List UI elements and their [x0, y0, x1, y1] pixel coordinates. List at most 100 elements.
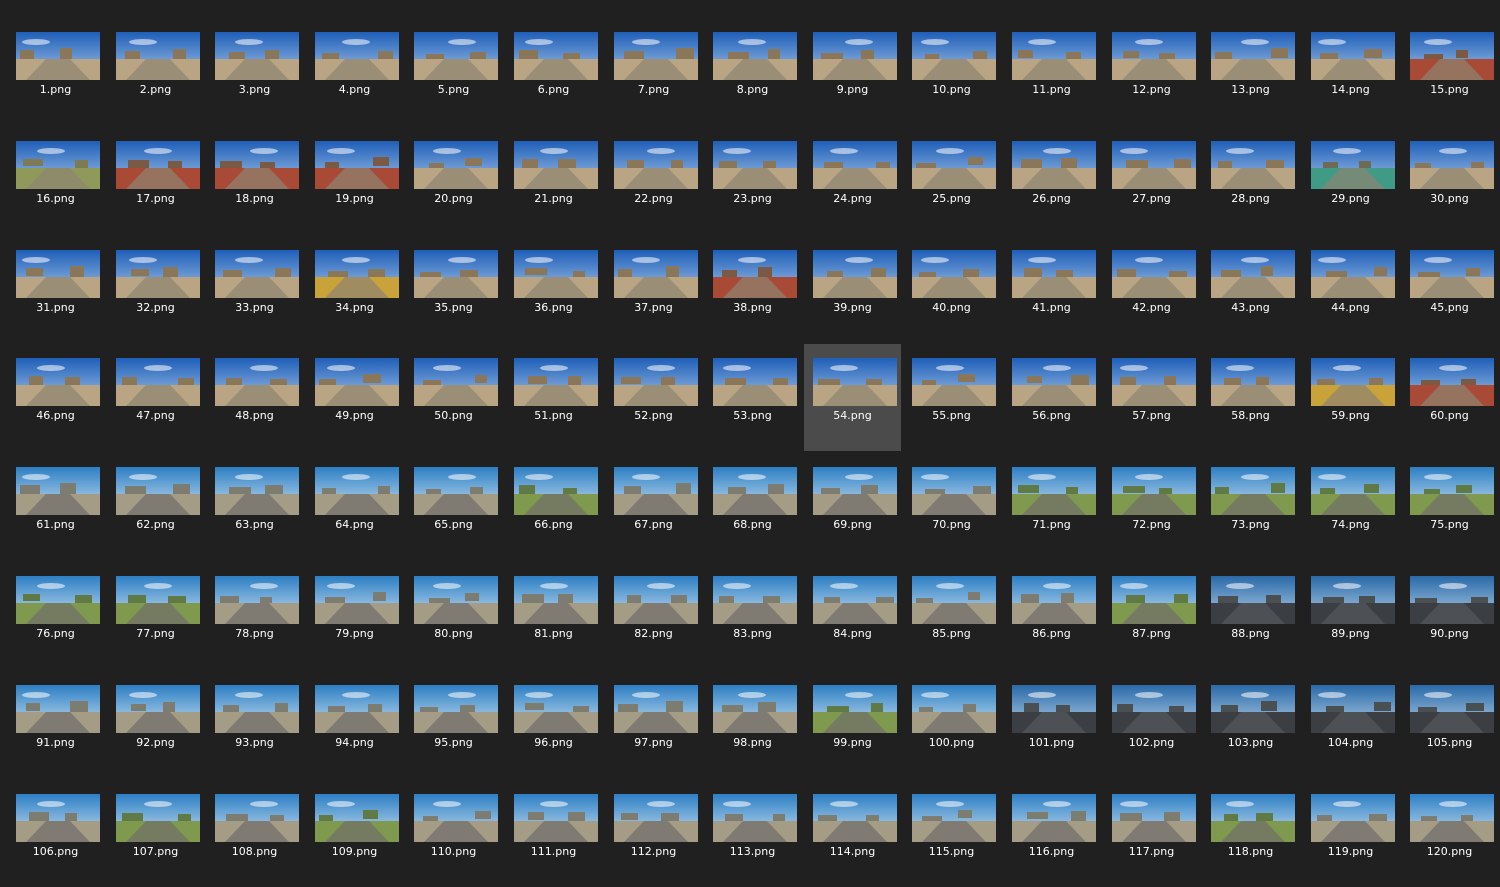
file-item[interactable]: 14.png	[1302, 18, 1399, 125]
file-item[interactable]: 21.png	[505, 127, 602, 234]
file-item[interactable]: 10.png	[903, 18, 1000, 125]
file-item[interactable]: 23.png	[704, 127, 801, 234]
file-item[interactable]: 117.png	[1103, 780, 1200, 887]
file-item[interactable]: 31.png	[7, 236, 104, 343]
file-item[interactable]: 64.png	[306, 453, 403, 560]
file-item[interactable]: 29.png	[1302, 127, 1399, 234]
file-item[interactable]: 63.png	[206, 453, 303, 560]
file-item[interactable]: 9.png	[804, 18, 901, 125]
file-item[interactable]: 7.png	[605, 18, 702, 125]
file-item[interactable]: 55.png	[903, 344, 1000, 451]
file-item[interactable]: 50.png	[405, 344, 502, 451]
file-item[interactable]: 70.png	[903, 453, 1000, 560]
file-item[interactable]: 56.png	[1003, 344, 1100, 451]
file-item[interactable]: 86.png	[1003, 562, 1100, 669]
file-item[interactable]: 105.png	[1401, 671, 1498, 778]
file-item[interactable]: 76.png	[7, 562, 104, 669]
file-item[interactable]: 109.png	[306, 780, 403, 887]
file-item[interactable]: 79.png	[306, 562, 403, 669]
file-item[interactable]: 11.png	[1003, 18, 1100, 125]
file-item[interactable]: 16.png	[7, 127, 104, 234]
file-item[interactable]: 39.png	[804, 236, 901, 343]
file-item[interactable]: 62.png	[107, 453, 204, 560]
file-item[interactable]: 44.png	[1302, 236, 1399, 343]
file-item[interactable]: 103.png	[1202, 671, 1299, 778]
file-item[interactable]: 34.png	[306, 236, 403, 343]
file-item[interactable]: 37.png	[605, 236, 702, 343]
file-item[interactable]: 52.png	[605, 344, 702, 451]
file-item[interactable]: 46.png	[7, 344, 104, 451]
file-item[interactable]: 1.png	[7, 18, 104, 125]
file-item[interactable]: 102.png	[1103, 671, 1200, 778]
file-item[interactable]: 85.png	[903, 562, 1000, 669]
file-item[interactable]: 15.png	[1401, 18, 1498, 125]
file-item[interactable]: 13.png	[1202, 18, 1299, 125]
file-item[interactable]: 59.png	[1302, 344, 1399, 451]
file-item[interactable]: 57.png	[1103, 344, 1200, 451]
file-item[interactable]: 2.png	[107, 18, 204, 125]
file-item[interactable]: 30.png	[1401, 127, 1498, 234]
file-item[interactable]: 68.png	[704, 453, 801, 560]
file-item[interactable]: 24.png	[804, 127, 901, 234]
file-item[interactable]: 19.png	[306, 127, 403, 234]
file-item[interactable]: 3.png	[206, 18, 303, 125]
file-item[interactable]: 87.png	[1103, 562, 1200, 669]
file-item[interactable]: 12.png	[1103, 18, 1200, 125]
file-item[interactable]: 4.png	[306, 18, 403, 125]
file-item[interactable]: 33.png	[206, 236, 303, 343]
file-item[interactable]: 96.png	[505, 671, 602, 778]
file-item[interactable]: 120.png	[1401, 780, 1498, 887]
file-item[interactable]: 41.png	[1003, 236, 1100, 343]
file-item[interactable]: 18.png	[206, 127, 303, 234]
file-item[interactable]: 111.png	[505, 780, 602, 887]
file-item[interactable]: 67.png	[605, 453, 702, 560]
file-item[interactable]: 90.png	[1401, 562, 1498, 669]
file-item[interactable]: 35.png	[405, 236, 502, 343]
file-item[interactable]: 83.png	[704, 562, 801, 669]
file-item[interactable]: 116.png	[1003, 780, 1100, 887]
file-item[interactable]: 118.png	[1202, 780, 1299, 887]
file-item[interactable]: 60.png	[1401, 344, 1498, 451]
file-item[interactable]: 61.png	[7, 453, 104, 560]
file-item[interactable]: 51.png	[505, 344, 602, 451]
file-item[interactable]: 65.png	[405, 453, 502, 560]
file-item[interactable]: 91.png	[7, 671, 104, 778]
file-item[interactable]: 26.png	[1003, 127, 1100, 234]
file-item[interactable]: 114.png	[804, 780, 901, 887]
file-item[interactable]: 108.png	[206, 780, 303, 887]
file-item[interactable]: 27.png	[1103, 127, 1200, 234]
file-item[interactable]: 119.png	[1302, 780, 1399, 887]
file-item[interactable]: 101.png	[1003, 671, 1100, 778]
file-item[interactable]: 99.png	[804, 671, 901, 778]
file-item[interactable]: 104.png	[1302, 671, 1399, 778]
file-item[interactable]: 20.png	[405, 127, 502, 234]
file-item[interactable]: 113.png	[704, 780, 801, 887]
file-item[interactable]: 69.png	[804, 453, 901, 560]
file-item[interactable]: 28.png	[1202, 127, 1299, 234]
file-item[interactable]: 5.png	[405, 18, 502, 125]
file-item[interactable]: 73.png	[1202, 453, 1299, 560]
file-item[interactable]: 49.png	[306, 344, 403, 451]
file-item[interactable]: 71.png	[1003, 453, 1100, 560]
file-item[interactable]: 42.png	[1103, 236, 1200, 343]
file-item[interactable]: 82.png	[605, 562, 702, 669]
file-item[interactable]: 107.png	[107, 780, 204, 887]
file-item[interactable]: 8.png	[704, 18, 801, 125]
file-item[interactable]: 112.png	[605, 780, 702, 887]
file-item[interactable]: 48.png	[206, 344, 303, 451]
file-item[interactable]: 45.png	[1401, 236, 1498, 343]
file-item[interactable]: 43.png	[1202, 236, 1299, 343]
file-item[interactable]: 66.png	[505, 453, 602, 560]
file-item[interactable]: 75.png	[1401, 453, 1498, 560]
file-item[interactable]: 77.png	[107, 562, 204, 669]
file-item[interactable]: 88.png	[1202, 562, 1299, 669]
file-item[interactable]: 106.png	[7, 780, 104, 887]
file-item[interactable]: 100.png	[903, 671, 1000, 778]
file-item[interactable]: 98.png	[704, 671, 801, 778]
file-item[interactable]: 6.png	[505, 18, 602, 125]
file-item[interactable]: 22.png	[605, 127, 702, 234]
file-item[interactable]: 17.png	[107, 127, 204, 234]
file-item[interactable]: 58.png	[1202, 344, 1299, 451]
file-item[interactable]: 36.png	[505, 236, 602, 343]
file-item[interactable]: 47.png	[107, 344, 204, 451]
